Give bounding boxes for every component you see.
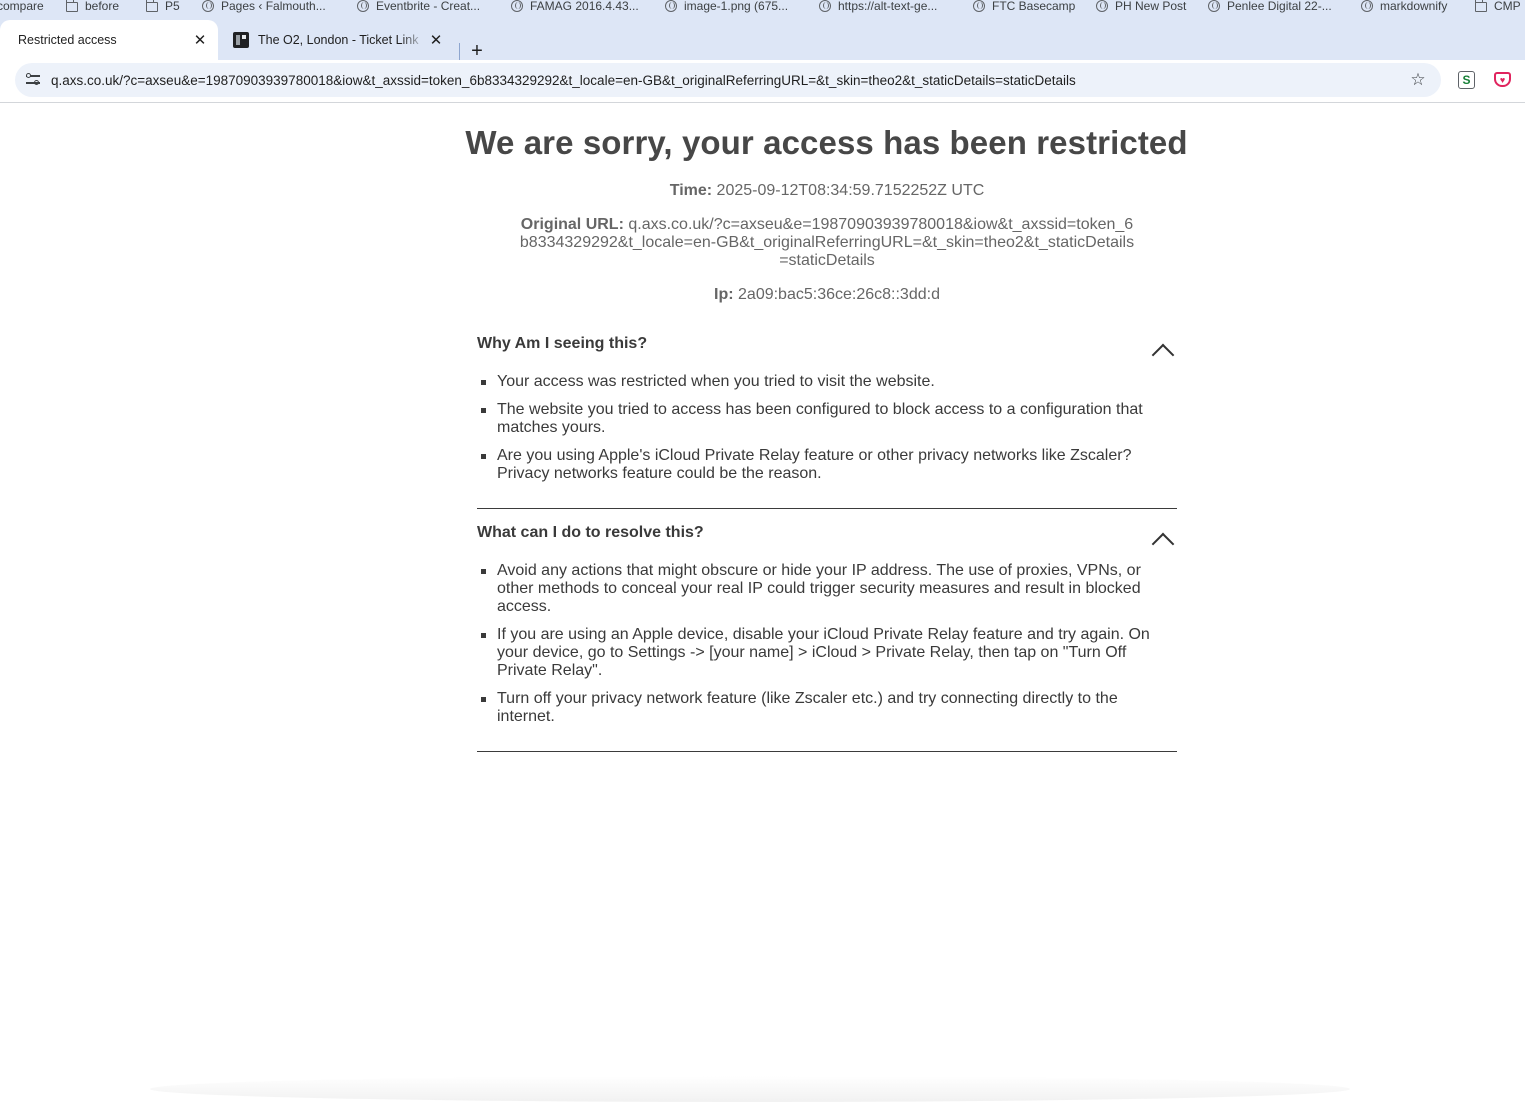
list-item: The website you tried to access has been… bbox=[477, 401, 1167, 437]
time-label: Time: bbox=[669, 182, 713, 199]
close-tab-icon[interactable]: ✕ bbox=[190, 30, 210, 50]
slider-knob bbox=[26, 73, 31, 78]
tab-restricted-access[interactable]: Restricted access ✕ bbox=[0, 20, 218, 60]
extension-s-icon[interactable]: S bbox=[1458, 71, 1475, 89]
globe-icon bbox=[511, 0, 523, 12]
bookmark-star-icon[interactable]: ☆ bbox=[1407, 69, 1429, 91]
tab-strip: Restricted access ✕ The O2, London - Tic… bbox=[0, 14, 1525, 62]
site-info-icon[interactable] bbox=[25, 72, 41, 88]
globe-icon bbox=[1096, 0, 1108, 12]
globe-icon bbox=[357, 0, 369, 12]
list-item: If you are using an Apple device, disabl… bbox=[477, 626, 1167, 680]
bookmark-item[interactable]: PH New Post bbox=[1096, 0, 1186, 14]
bookmark-item[interactable]: Eventbrite - Creat... bbox=[357, 0, 480, 14]
site-favicon-icon bbox=[233, 32, 249, 48]
bottom-fade bbox=[150, 1076, 1350, 1102]
page-content: We are sorry, your access has been restr… bbox=[0, 104, 1525, 1102]
globe-icon bbox=[202, 0, 214, 12]
new-tab-button[interactable]: + bbox=[466, 40, 488, 62]
bookmark-item[interactable]: before bbox=[65, 0, 120, 14]
list-item: Turn off your privacy network feature (l… bbox=[477, 690, 1167, 726]
why-list: Your access was restricted when you trie… bbox=[477, 373, 1167, 493]
list-item: Avoid any actions that might obscure or … bbox=[477, 562, 1167, 616]
bookmark-item[interactable]: Penlee Digital 22-... bbox=[1208, 0, 1332, 14]
tab-title: Restricted access bbox=[18, 33, 117, 47]
section-heading[interactable]: Why Am I seeing this? bbox=[477, 335, 647, 353]
browser-toolbar: q.axs.co.uk/?c=axseu&e=19870903939780018… bbox=[0, 60, 1525, 103]
folder-icon bbox=[1474, 0, 1487, 12]
close-tab-icon[interactable]: ✕ bbox=[426, 30, 446, 50]
bookmark-item[interactable]: FAMAG 2016.4.43... bbox=[511, 0, 639, 14]
why-section: Why Am I seeing this? Your access was re… bbox=[477, 327, 1177, 509]
globe-icon bbox=[973, 0, 985, 12]
section-heading[interactable]: What can I do to resolve this? bbox=[477, 524, 704, 542]
pocket-extension-icon[interactable]: ♥ bbox=[1494, 72, 1511, 87]
globe-icon bbox=[819, 0, 831, 12]
tab-title: The O2, London - Ticket Link bbox=[258, 33, 419, 47]
bookmark-item[interactable]: image-1.png (675... bbox=[665, 0, 788, 14]
bookmark-label: FAMAG 2016.4.43... bbox=[530, 0, 639, 13]
bookmark-label: compare bbox=[0, 0, 44, 13]
time-info: Time: 2025-09-12T08:34:59.7152252Z UTC bbox=[477, 182, 1177, 200]
bookmark-label: Eventbrite - Creat... bbox=[376, 0, 481, 13]
folder-icon bbox=[145, 0, 158, 12]
bookmark-item[interactable]: https://alt-text-ge... bbox=[819, 0, 937, 14]
url-text[interactable]: q.axs.co.uk/?c=axseu&e=19870903939780018… bbox=[51, 73, 1407, 88]
globe-icon bbox=[1361, 0, 1373, 12]
ip-info: Ip: 2a09:bac5:36ce:26c8::3dd:d bbox=[477, 286, 1177, 304]
list-item: Are you using Apple's iCloud Private Rel… bbox=[477, 447, 1167, 483]
bookmark-item[interactable]: compare bbox=[0, 0, 44, 14]
address-bar[interactable]: q.axs.co.uk/?c=axseu&e=19870903939780018… bbox=[15, 63, 1441, 97]
slider-knob bbox=[34, 80, 39, 85]
globe-icon bbox=[665, 0, 677, 12]
page-title: We are sorry, your access has been restr… bbox=[465, 124, 1188, 161]
bookmark-label: Pages ‹ Falmouth... bbox=[221, 0, 326, 13]
list-item: Your access was restricted when you trie… bbox=[477, 373, 1167, 391]
globe-icon bbox=[1208, 0, 1220, 12]
resolve-section: What can I do to resolve this? Avoid any… bbox=[477, 516, 1177, 752]
bookmark-label: PH New Post bbox=[1115, 0, 1187, 13]
bookmark-item[interactable]: P5 bbox=[145, 0, 180, 14]
chevron-up-icon[interactable] bbox=[1149, 532, 1175, 548]
bookmark-label: image-1.png (675... bbox=[684, 0, 789, 13]
ip-label: Ip: bbox=[714, 286, 734, 303]
ip-value: 2a09:bac5:36ce:26c8::3dd:d bbox=[738, 286, 940, 303]
bookmark-item[interactable]: Pages ‹ Falmouth... bbox=[202, 0, 326, 14]
bookmarks-bar: compare before P5 Pages ‹ Falmouth... Ev… bbox=[0, 0, 1525, 14]
bookmark-item[interactable]: FTC Basecamp bbox=[973, 0, 1075, 14]
original-url-info: Original URL: q.axs.co.uk/?c=axseu&e=198… bbox=[477, 216, 1177, 270]
tab-the-o2-london[interactable]: The O2, London - Ticket Link ✕ bbox=[218, 20, 454, 60]
folder-icon bbox=[65, 0, 78, 12]
bookmark-label: markdownify bbox=[1380, 0, 1448, 13]
chevron-up-icon[interactable] bbox=[1149, 343, 1175, 359]
bookmark-item[interactable]: CMP bbox=[1474, 0, 1521, 14]
bookmark-label: FTC Basecamp bbox=[992, 0, 1076, 13]
bookmark-label: CMP bbox=[1494, 0, 1521, 13]
bookmark-item[interactable]: markdownify bbox=[1361, 0, 1447, 14]
bookmark-label: https://alt-text-ge... bbox=[838, 0, 938, 13]
resolve-list: Avoid any actions that might obscure or … bbox=[477, 562, 1167, 736]
bookmark-label: Penlee Digital 22-... bbox=[1227, 0, 1332, 13]
original-url-label: Original URL: bbox=[520, 216, 624, 233]
bookmark-label: before bbox=[85, 0, 120, 13]
tab-separator bbox=[459, 43, 460, 61]
time-value: 2025-09-12T08:34:59.7152252Z UTC bbox=[716, 182, 985, 199]
bookmark-label: P5 bbox=[165, 0, 180, 13]
